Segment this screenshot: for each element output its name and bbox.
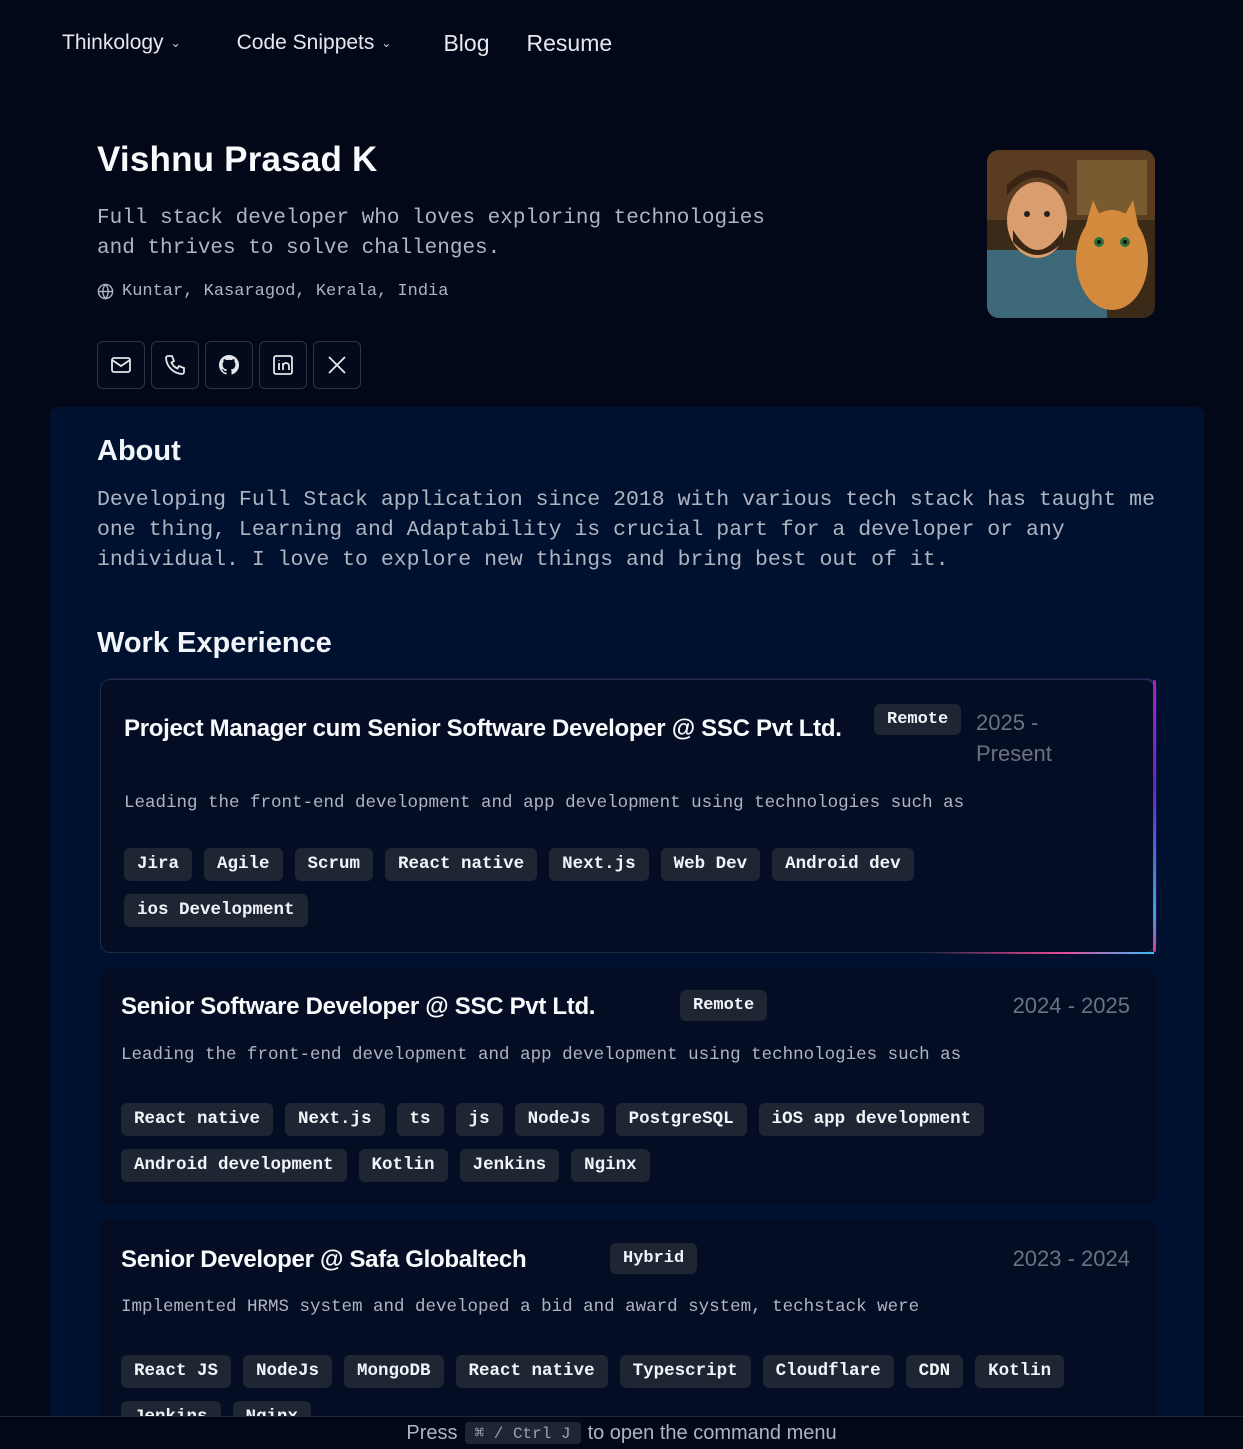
job-card[interactable]: Project Manager cum Senior Software Deve… <box>100 679 1156 954</box>
nav-thinkology-label: Thinkology <box>62 31 164 54</box>
profile-location-text: Kuntar, Kasaragod, Kerala, India <box>122 282 449 301</box>
tag: MongoDB <box>344 1355 444 1388</box>
job-badge: Remote <box>680 990 768 1021</box>
tag: CDN <box>905 1355 964 1388</box>
phone-icon <box>165 355 185 375</box>
chevron-down-icon: ⌄ <box>170 36 181 50</box>
nav-blog-label: Blog <box>443 29 490 56</box>
tag: Android development <box>121 1149 347 1182</box>
tag: Kotlin <box>358 1149 448 1182</box>
globe-icon <box>97 283 114 300</box>
profile-tagline: Full stack developer who loves exploring… <box>97 207 765 260</box>
tag: iOS app development <box>758 1103 985 1136</box>
job-title: Project Manager cum Senior Software Deve… <box>124 715 842 742</box>
tag: Typescript <box>619 1355 751 1388</box>
job-badge: Remote <box>874 704 962 735</box>
tag: Nginx <box>571 1149 650 1182</box>
tag: React native <box>121 1103 274 1136</box>
tag: Kotlin <box>975 1355 1065 1388</box>
job-description: Implemented HRMS system and developed a … <box>121 1297 920 1317</box>
main-content: About Developing Full Stack application … <box>50 407 1204 1449</box>
job-period: 2024 - 2025 <box>1012 993 1130 1018</box>
nav-code-snippets[interactable]: Code Snippets ⌄ <box>237 31 392 55</box>
profile-header: Vishnu Prasad K Full stack developer who… <box>97 140 1157 318</box>
tag: React native <box>455 1355 608 1388</box>
tag: Web Dev <box>660 848 761 881</box>
nav-resume[interactable]: Resume <box>527 30 613 57</box>
linkedin-button[interactable] <box>259 341 307 389</box>
command-hint-suffix: to open the command menu <box>587 1421 837 1444</box>
command-menu-hint: Press ⌘ / Ctrl J to open the command men… <box>0 1416 1243 1449</box>
tag: React native <box>385 848 538 881</box>
tag: Android dev <box>772 848 914 881</box>
tag: Agile <box>204 848 283 881</box>
command-hint-prefix: Press <box>406 1421 458 1444</box>
tag: React JS <box>121 1355 232 1388</box>
nav-resume-label: Resume <box>526 29 613 56</box>
about-title: About <box>97 435 181 467</box>
job-badge: Hybrid <box>610 1243 698 1274</box>
tag: Jira <box>124 848 193 881</box>
tag: js <box>455 1103 503 1136</box>
job-tags: React native Next.js ts js NodeJs Postgr… <box>121 1103 1041 1182</box>
work-experience-title: Work Experience <box>97 627 332 659</box>
job-description: Leading the front-end development and ap… <box>124 793 965 813</box>
x-icon <box>328 356 346 374</box>
tag: Jenkins <box>459 1149 560 1182</box>
tag: NodeJs <box>243 1355 333 1388</box>
nav-code-snippets-label: Code Snippets <box>236 31 375 54</box>
social-links <box>97 341 361 389</box>
tag: Next.js <box>285 1103 385 1136</box>
about-text: Developing Full Stack application since … <box>97 488 1155 572</box>
top-nav: Thinkology ⌄ Code Snippets ⌄ Blog Resume <box>0 0 1243 86</box>
avatar <box>987 150 1155 318</box>
tag: Next.js <box>549 848 649 881</box>
tag: Cloudflare <box>762 1355 894 1388</box>
tag: Scrum <box>294 848 374 881</box>
command-shortcut: ⌘ / Ctrl J <box>464 1422 581 1444</box>
linkedin-icon <box>273 355 293 375</box>
job-card[interactable]: Senior Software Developer @ SSC Pvt Ltd.… <box>100 967 1155 1205</box>
github-button[interactable] <box>205 341 253 389</box>
job-period: 2025 - Present <box>976 710 1052 766</box>
job-title: Senior Developer @ Safa Globaltech <box>121 1246 527 1273</box>
chevron-down-icon: ⌄ <box>381 36 392 50</box>
job-description: Leading the front-end development and ap… <box>121 1045 962 1065</box>
nav-thinkology[interactable]: Thinkology ⌄ <box>62 31 181 55</box>
job-title: Senior Software Developer @ SSC Pvt Ltd. <box>121 993 596 1020</box>
mail-icon <box>111 357 131 373</box>
job-period: 2023 - 2024 <box>1012 1246 1130 1271</box>
nav-blog[interactable]: Blog <box>443 30 489 57</box>
tag: PostgreSQL <box>615 1103 747 1136</box>
tag: ts <box>396 1103 444 1136</box>
x-button[interactable] <box>313 341 361 389</box>
job-tags: Jira Agile Scrum React native Next.js We… <box>124 848 1044 927</box>
tag: ios Development <box>124 894 308 927</box>
email-button[interactable] <box>97 341 145 389</box>
phone-button[interactable] <box>151 341 199 389</box>
tag: NodeJs <box>514 1103 604 1136</box>
job-card[interactable]: Senior Developer @ Safa Globaltech Hybri… <box>100 1219 1155 1449</box>
github-icon <box>218 354 240 375</box>
